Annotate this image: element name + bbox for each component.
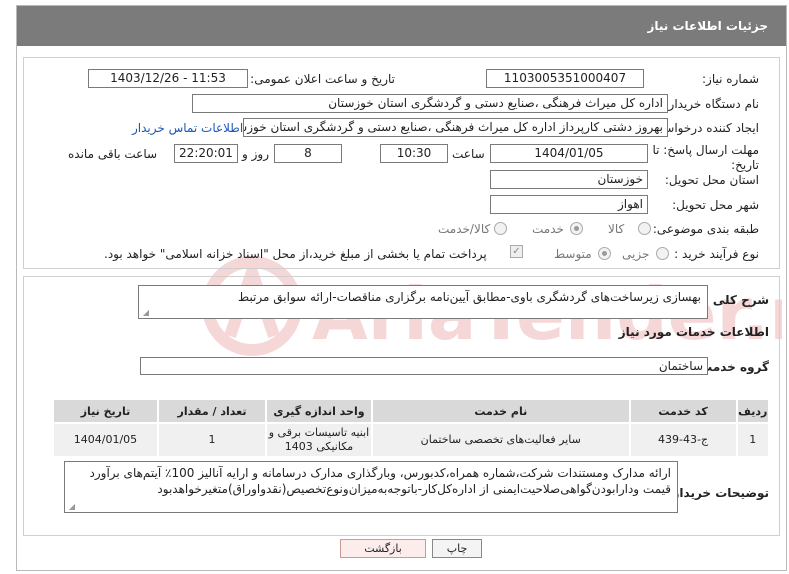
col-need-date: تاریخ نیاز bbox=[52, 398, 159, 424]
days-label: روز و bbox=[242, 147, 269, 161]
buyer-notes-textarea[interactable]: ارائه مدارک ومستندات شرکت،شماره همراه،کد… bbox=[64, 461, 678, 513]
services-table: ردیف کد خدمت نام خدمت واحد اندازه گیری ت… bbox=[52, 398, 771, 458]
process-radio-minor[interactable] bbox=[656, 247, 669, 260]
buyer-org-field: اداره کل میراث فرهنگی ،صنایع دستی و گردش… bbox=[192, 94, 668, 113]
category-option-goods-service: کالا/خدمت bbox=[438, 222, 491, 236]
service-group-field: ساختمان bbox=[140, 357, 708, 375]
services-table-header: ردیف کد خدمت نام خدمت واحد اندازه گیری ت… bbox=[52, 398, 771, 424]
treasury-checkbox[interactable]: ✓ bbox=[510, 245, 523, 258]
need-number-field: 1103005351000407 bbox=[486, 69, 644, 88]
city-field: اهواز bbox=[490, 195, 648, 214]
process-radio-medium[interactable] bbox=[598, 247, 611, 260]
remaining-time-field: 22:20:01 bbox=[174, 144, 238, 163]
category-radio-goods[interactable] bbox=[638, 222, 651, 235]
remaining-days-field: 8 bbox=[274, 144, 342, 163]
cell-quantity: 1 bbox=[156, 422, 268, 458]
services-section-title: اطلاعات خدمات مورد نیاز bbox=[618, 325, 769, 339]
cell-unit: ابنیه تاسیسات برقی و مکانیکی 1403 bbox=[265, 422, 373, 458]
service-info-panel: شرح کلی نیاز: بهسازی زیرساخت‌های گردشگری… bbox=[23, 276, 780, 536]
category-option-goods: کالا bbox=[608, 222, 625, 236]
col-row: ردیف bbox=[735, 398, 771, 424]
resize-handle-icon[interactable]: ◢ bbox=[141, 309, 149, 317]
col-service-name: نام خدمت bbox=[370, 398, 631, 424]
cell-need-date: 1404/01/05 bbox=[52, 422, 159, 458]
cell-service-code: ج-43-439 bbox=[628, 422, 738, 458]
col-service-code: کد خدمت bbox=[628, 398, 738, 424]
creator-field: بهروز دشتی کارپرداز اداره کل میراث فرهنگ… bbox=[243, 118, 668, 137]
general-info-panel: شماره نیاز: 1103005351000407 تاریخ و ساع… bbox=[23, 57, 780, 269]
col-quantity: تعداد / مقدار bbox=[156, 398, 268, 424]
cell-service-name: سایر فعالیت‌های تخصصی ساختمان bbox=[370, 422, 631, 458]
print-button[interactable]: چاپ bbox=[432, 539, 482, 558]
announce-label: تاریخ و ساعت اعلان عمومی: bbox=[250, 72, 395, 86]
buyer-contact-link[interactable]: اطلاعات تماس خریدار bbox=[132, 121, 243, 135]
deadline-time-label: ساعت bbox=[452, 147, 485, 161]
need-number-label: شماره نیاز: bbox=[702, 72, 759, 86]
deadline-date-field: 1404/01/05 bbox=[490, 144, 648, 163]
table-row: 1 ج-43-439 سایر فعالیت‌های تخصصی ساختمان… bbox=[52, 422, 771, 458]
process-label: نوع فرآیند خرید : bbox=[674, 247, 759, 261]
process-option-medium: متوسط bbox=[554, 247, 592, 261]
category-radio-service[interactable] bbox=[570, 222, 583, 235]
province-field: خوزستان bbox=[490, 170, 648, 189]
category-radio-goods-service[interactable] bbox=[494, 222, 507, 235]
process-option-minor: جزیی bbox=[622, 247, 650, 261]
description-text: بهسازی زیرساخت‌های گردشگری باوی-مطابق آی… bbox=[238, 290, 701, 304]
page-title: جزئیات اطلاعات نیاز bbox=[647, 19, 768, 33]
description-textarea[interactable]: بهسازی زیرساخت‌های گردشگری باوی-مطابق آی… bbox=[138, 285, 708, 319]
page-header: جزئیات اطلاعات نیاز bbox=[17, 6, 786, 46]
cell-row: 1 bbox=[735, 422, 771, 458]
category-label: طبقه بندی موضوعی: bbox=[652, 222, 759, 236]
remaining-label: ساعت باقی مانده bbox=[68, 147, 158, 161]
city-label: شهر محل تحویل: bbox=[672, 198, 759, 212]
buyer-notes-text: ارائه مدارک ومستندات شرکت،شماره همراه،کد… bbox=[89, 466, 671, 496]
announce-datetime-field: 1403/12/26 - 11:53 bbox=[88, 69, 248, 88]
payment-note: پرداخت تمام یا بخشی از مبلغ خرید،از محل … bbox=[104, 247, 487, 261]
buyer-org-label: نام دستگاه خریدار: bbox=[664, 97, 760, 111]
province-label: استان محل تحویل: bbox=[664, 173, 759, 187]
resize-handle-icon[interactable]: ◢ bbox=[67, 503, 75, 511]
buyer-notes-label: توضیحات خریدار: bbox=[667, 486, 769, 500]
deadline-time-field: 10:30 bbox=[380, 144, 448, 163]
back-button[interactable]: بازگشت bbox=[340, 539, 426, 558]
col-unit: واحد اندازه گیری bbox=[265, 398, 373, 424]
deadline-label: مهلت ارسال پاسخ: تا تاریخ: bbox=[652, 143, 759, 172]
category-option-service: خدمت bbox=[532, 222, 564, 236]
need-details-page: جزئیات اطلاعات نیاز AriaTender.neT شماره… bbox=[16, 5, 787, 571]
